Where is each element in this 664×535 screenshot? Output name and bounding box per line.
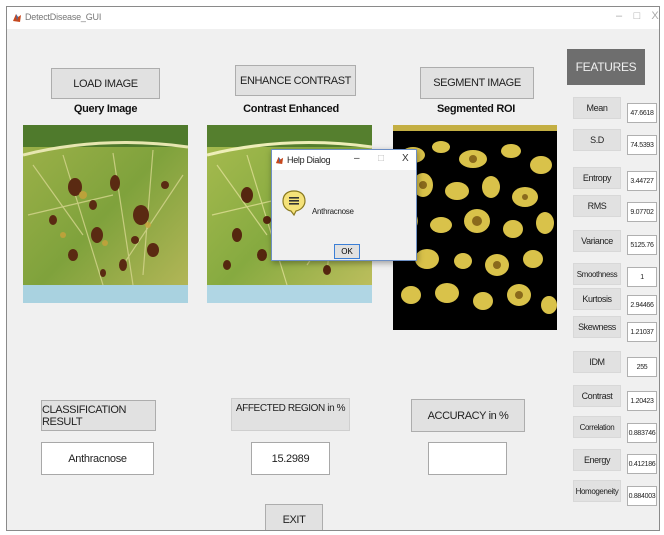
feature-value-sd: 74.5393: [627, 135, 657, 155]
dialog-ok-button[interactable]: OK: [334, 244, 360, 259]
feature-label-correlation: Correlation: [573, 416, 621, 438]
dialog-maximize-icon[interactable]: □: [378, 153, 384, 164]
affected-region-field: 15.2989: [251, 442, 330, 475]
feature-label-smoothness: Smoothness: [573, 263, 621, 285]
matlab-app-icon: [13, 14, 21, 22]
feature-label-skewness: Skewness: [573, 316, 621, 338]
classification-result-field: Anthracnose: [41, 442, 154, 475]
affected-region-label: AFFECTED REGION in %: [231, 398, 350, 431]
dialog-message: Anthracnose: [312, 207, 354, 216]
enhanced-image-caption: Contrast Enhanced: [243, 103, 339, 115]
feature-label-homogeneity: Homogeneity: [573, 480, 621, 502]
feature-label-variance: Variance: [573, 230, 621, 252]
load-image-button[interactable]: LOAD IMAGE: [51, 68, 160, 99]
classification-result-button[interactable]: CLASSIFICATION RESULT: [41, 400, 156, 431]
help-dialog: Help Dialog – □ X Anthracnose OK: [271, 149, 417, 261]
feature-label-entropy: Entropy: [573, 167, 621, 189]
figure-area: LOAD IMAGE ENHANCE CONTRAST SEGMENT IMAG…: [7, 29, 659, 530]
dialog-minimize-icon[interactable]: –: [354, 153, 360, 164]
dialog-app-icon: [275, 156, 284, 165]
feature-label-rms: RMS: [573, 195, 621, 217]
window-title: DetectDisease_GUI: [25, 12, 102, 22]
enhance-contrast-button[interactable]: ENHANCE CONTRAST: [235, 65, 356, 96]
help-info-icon: [282, 190, 306, 216]
feature-value-smoothness: 1: [627, 267, 657, 287]
feature-value-idm: 255: [627, 357, 657, 377]
feature-value-mean: 47.6618: [627, 103, 657, 123]
query-leaf-image: [23, 125, 188, 303]
feature-value-skewness: 1.21037: [627, 322, 657, 342]
feature-label-energy: Energy: [573, 449, 621, 471]
feature-label-idm: IDM: [573, 351, 621, 373]
segment-image-button[interactable]: SEGMENT IMAGE: [420, 67, 534, 99]
dialog-title: Help Dialog: [287, 155, 331, 165]
feature-value-entropy: 3.44727: [627, 171, 657, 191]
exit-button[interactable]: EXIT: [265, 504, 323, 530]
main-window: DetectDisease_GUI – □ X LOAD IMAGE ENHAN…: [6, 6, 660, 531]
feature-value-rms: 9.07702: [627, 202, 657, 222]
feature-label-contrast: Contrast: [573, 385, 621, 407]
feature-label-sd: S.D: [573, 129, 621, 151]
title-bar: DetectDisease_GUI – □ X: [7, 7, 659, 29]
feature-value-energy: 0.412186: [627, 454, 657, 474]
feature-value-homogeneity: 0.884003: [627, 486, 657, 506]
feature-value-variance: 5125.76: [627, 235, 657, 255]
feature-value-kurtosis: 2.94466: [627, 295, 657, 315]
dialog-title-bar: Help Dialog – □ X: [272, 150, 416, 170]
segmented-image-caption: Segmented ROI: [436, 103, 515, 115]
maximize-icon[interactable]: □: [629, 10, 645, 22]
feature-label-mean: Mean: [573, 97, 621, 119]
accuracy-button[interactable]: ACCURACY in %: [411, 399, 525, 432]
feature-value-correlation: 0.883746: [627, 423, 657, 443]
feature-value-contrast: 1.20423: [627, 391, 657, 411]
query-image-caption: Query Image: [73, 103, 138, 115]
accuracy-field: [428, 442, 507, 475]
feature-label-kurtosis: Kurtosis: [573, 288, 621, 310]
segmented-roi-image: [393, 125, 557, 330]
close-icon[interactable]: X: [647, 10, 659, 22]
dialog-close-icon[interactable]: X: [402, 153, 409, 164]
minimize-icon[interactable]: –: [611, 10, 627, 22]
features-header: FEATURES: [567, 49, 645, 85]
